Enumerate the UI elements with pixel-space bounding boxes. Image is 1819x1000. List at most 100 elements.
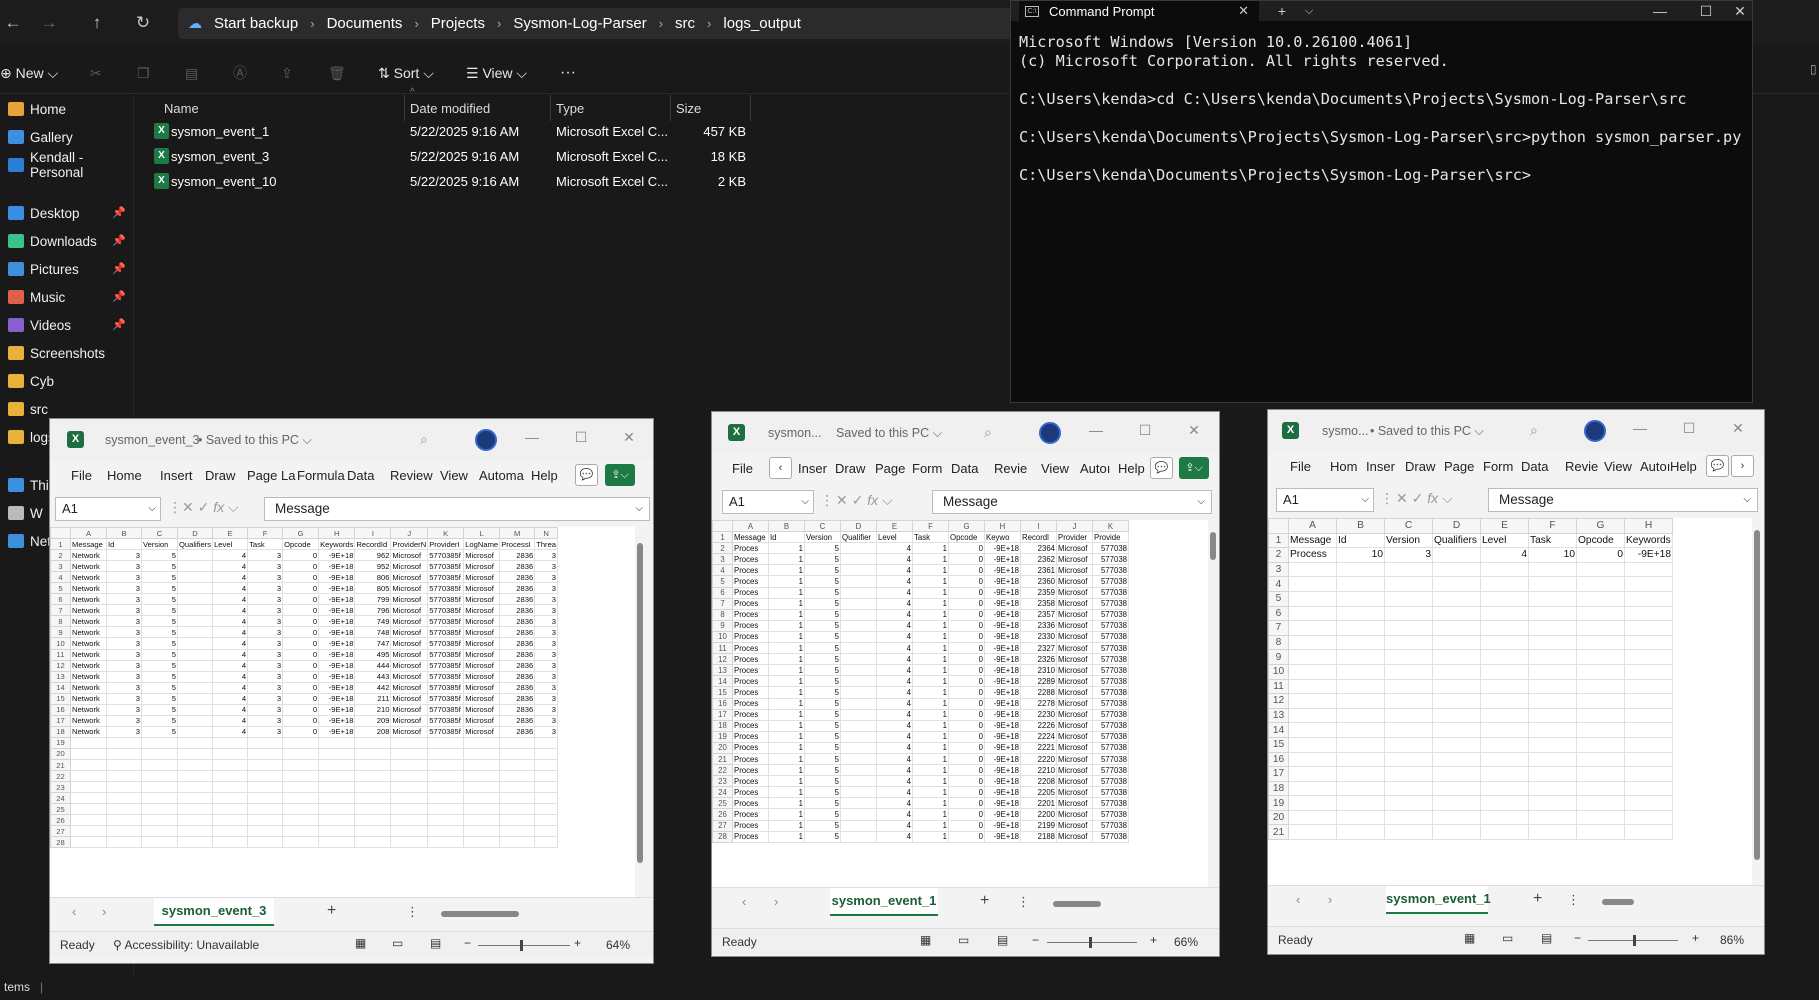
cell[interactable]: [212, 836, 249, 849]
cell[interactable]: 0: [1576, 547, 1625, 563]
cell[interactable]: [106, 770, 142, 783]
cell[interactable]: 5770385f: [427, 571, 465, 584]
cell[interactable]: -9E+18: [984, 642, 1021, 655]
cell[interactable]: 0: [948, 664, 985, 677]
row-number[interactable]: 17: [50, 714, 71, 727]
cell[interactable]: 3: [247, 560, 284, 573]
cell[interactable]: [1528, 707, 1577, 724]
cell[interactable]: [1384, 663, 1433, 680]
cell[interactable]: [176, 615, 214, 628]
table-row[interactable]: 2 Process 10 3 4 10 0 -9E+18: [1268, 547, 1673, 563]
cell[interactable]: -9E+18: [984, 830, 1021, 843]
cell[interactable]: Microsof: [390, 549, 429, 562]
cell[interactable]: Proces: [732, 608, 769, 621]
cell[interactable]: [354, 825, 392, 838]
cell[interactable]: [176, 604, 214, 617]
cell[interactable]: 3: [106, 714, 142, 727]
cell[interactable]: 5: [804, 542, 841, 555]
close-icon[interactable]: ✕: [1728, 420, 1748, 437]
cell[interactable]: 3: [106, 670, 142, 683]
page-break-icon[interactable]: ▤: [1541, 931, 1552, 945]
column-letter[interactable]: C: [1384, 518, 1433, 534]
ribbon-tab[interactable]: Autoı: [1080, 461, 1110, 476]
cell[interactable]: [1384, 780, 1433, 797]
table-row[interactable]: 14 Network 3 5 4 3 0 -9E+18 442 Microsof 5770385f M…: [50, 681, 559, 694]
cell[interactable]: Microsof: [463, 571, 501, 584]
add-sheet-icon[interactable]: +: [1533, 890, 1542, 908]
cell[interactable]: 1: [768, 719, 805, 732]
prev-sheet-icon[interactable]: ‹: [72, 904, 76, 919]
cell[interactable]: [840, 675, 877, 688]
cell[interactable]: Microsof: [463, 648, 501, 661]
cell[interactable]: [1288, 634, 1337, 651]
cell[interactable]: [1336, 605, 1385, 622]
cell[interactable]: Network: [70, 582, 107, 595]
column-letter[interactable]: E: [212, 527, 249, 540]
cell[interactable]: Proces: [732, 708, 769, 721]
cell[interactable]: 2836: [499, 560, 536, 573]
cell[interactable]: [390, 792, 429, 805]
cell[interactable]: [1480, 809, 1529, 826]
row-number[interactable]: 25: [712, 797, 733, 810]
cell[interactable]: Microsof: [1056, 586, 1093, 599]
cell[interactable]: [840, 764, 877, 777]
cell[interactable]: 2201: [1020, 797, 1057, 810]
cell[interactable]: 0: [948, 630, 985, 644]
cell[interactable]: [499, 736, 536, 749]
cell[interactable]: 2836: [499, 648, 536, 661]
row-number[interactable]: 6: [712, 586, 733, 599]
row-number[interactable]: 1: [50, 538, 71, 551]
cell[interactable]: [427, 747, 465, 760]
cell[interactable]: Microsof: [1056, 697, 1093, 710]
cell[interactable]: 577038: [1092, 830, 1129, 843]
cell[interactable]: 4: [1480, 547, 1529, 563]
cell[interactable]: [1528, 809, 1577, 826]
cell[interactable]: 3: [247, 549, 284, 562]
cell[interactable]: Level: [212, 538, 249, 551]
cell[interactable]: 1: [912, 697, 949, 710]
cell[interactable]: [176, 770, 214, 783]
cell[interactable]: [1384, 824, 1433, 841]
cell[interactable]: [106, 736, 142, 749]
sidebar-item[interactable]: Videos 📌: [0, 311, 134, 339]
cell[interactable]: 0: [282, 560, 320, 573]
cell[interactable]: Qualifier: [840, 531, 877, 544]
cell[interactable]: -9E+18: [318, 582, 356, 595]
row-number[interactable]: 14: [1268, 722, 1289, 738]
search-icon[interactable]: ⌕: [420, 431, 428, 448]
scrollbar-thumb[interactable]: [441, 911, 519, 917]
cell[interactable]: 4: [212, 681, 249, 694]
cell[interactable]: 3: [534, 703, 559, 716]
cell[interactable]: [840, 664, 877, 677]
cell[interactable]: 3: [106, 560, 142, 573]
save-status[interactable]: Saved to this PC ⌵: [836, 426, 942, 441]
cell[interactable]: [840, 708, 877, 721]
row-number[interactable]: 9: [712, 619, 733, 632]
cell[interactable]: 1: [912, 642, 949, 655]
cell[interactable]: Proces: [732, 664, 769, 677]
row-number[interactable]: 12: [712, 653, 733, 666]
cell[interactable]: Microsof: [1056, 619, 1093, 632]
cell[interactable]: 577038: [1092, 752, 1129, 766]
cell[interactable]: Microsof: [1056, 642, 1093, 655]
cell[interactable]: Microsof: [463, 681, 501, 694]
cell[interactable]: Network: [70, 571, 107, 584]
cell[interactable]: [1576, 722, 1625, 738]
cell[interactable]: Opcode: [1576, 532, 1625, 549]
row-number[interactable]: 7: [712, 597, 733, 610]
cell[interactable]: 1: [768, 564, 805, 577]
pin-icon[interactable]: 📌: [112, 206, 126, 219]
select-all-cell[interactable]: [1268, 518, 1289, 534]
cell[interactable]: 2364: [1020, 542, 1057, 555]
cell[interactable]: [427, 736, 465, 749]
table-row[interactable]: 15: [1268, 736, 1673, 753]
cell[interactable]: 4: [876, 653, 913, 666]
cell[interactable]: Microsof: [390, 582, 429, 595]
cell[interactable]: Microsof: [1056, 553, 1093, 566]
cell[interactable]: [212, 814, 249, 827]
cell[interactable]: 577038: [1092, 708, 1129, 721]
refresh-icon[interactable]: ↻: [130, 10, 156, 36]
add-sheet-icon[interactable]: +: [327, 902, 336, 920]
page-layout-icon[interactable]: ▭: [392, 936, 403, 950]
search-icon[interactable]: ⌕: [1530, 422, 1538, 439]
